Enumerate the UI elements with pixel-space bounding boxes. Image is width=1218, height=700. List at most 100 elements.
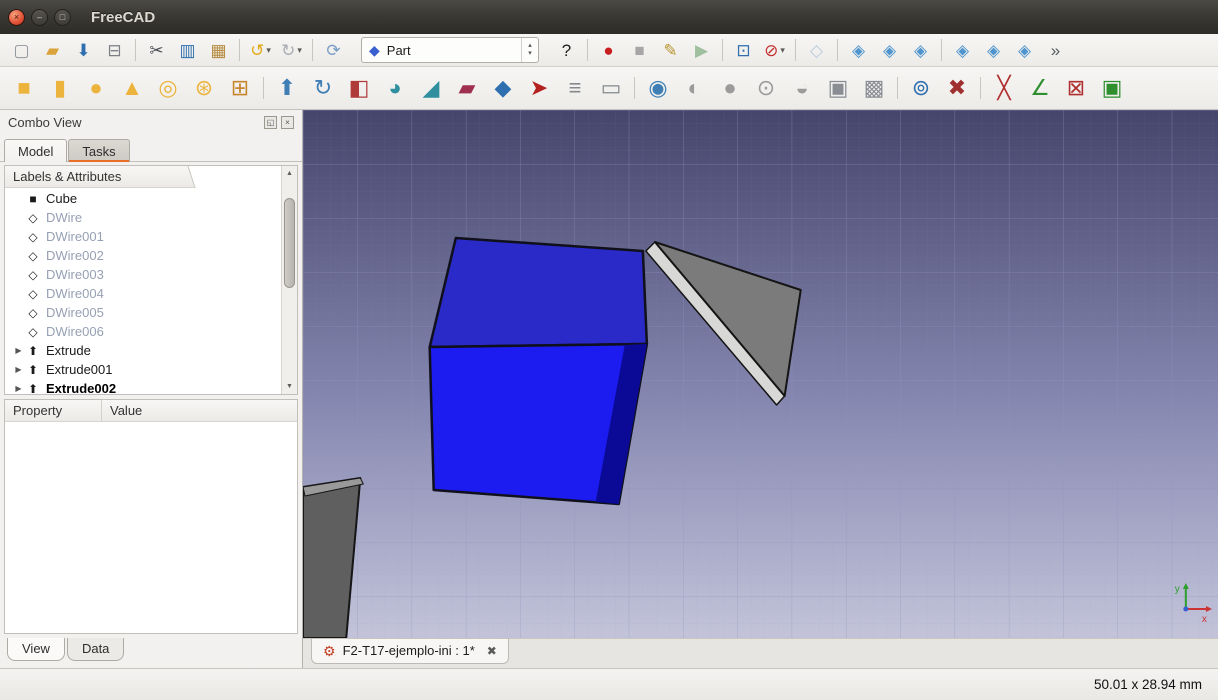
tree-scrollbar[interactable]: ▲ ▼ [281,166,297,394]
tree-item-extrude002[interactable]: ▶ ⬆ Extrude002 [5,379,297,395]
tree-item-extrude[interactable]: ▶ ⬆ Extrude [5,341,297,360]
macro-edit-button[interactable]: ✎ [656,37,685,64]
part-section-button[interactable]: ◒ [785,71,819,105]
expander-icon[interactable]: ▶ [12,384,25,393]
toolbar-separator [135,39,136,61]
toolbar-icon: ⊙ [757,77,775,99]
workbench-selector[interactable]: ◆ Part ▴ ▾ [361,37,539,63]
tab-view[interactable]: View [7,638,65,661]
tree-item-dwire[interactable]: ◇ DWire [5,208,297,227]
part-loft-button[interactable]: ◆ [486,71,520,105]
part-thickness-button[interactable]: ▭ [594,71,628,105]
view-isometric-button[interactable]: ◇ [802,37,831,64]
close-button[interactable]: × [8,9,25,26]
document-tab-bar: ⚙ F2-T17-ejemplo-ini : 1* ✖ [303,638,1218,668]
part-cone-button[interactable]: ▲ [115,71,149,105]
minimize-button[interactable]: – [31,9,48,26]
tree-item-icon: ■ [25,193,41,205]
part-sweep-button[interactable]: ➤ [522,71,556,105]
toolbar-overflow-button[interactable]: » [1041,37,1070,64]
part-torus-button[interactable]: ◎ [151,71,185,105]
measure-toggle-button[interactable]: ▣ [1095,71,1129,105]
macro-stop-button[interactable]: ■ [625,37,654,64]
float-panel-button[interactable]: ◱ [264,116,277,129]
part-primitives-button[interactable]: ⊛ [187,71,221,105]
expander-icon[interactable]: ▶ [12,346,25,355]
part-offset-button[interactable]: ≡ [558,71,592,105]
part-boolean-button[interactable]: ◉ [641,71,675,105]
scroll-up-icon[interactable]: ▲ [282,166,297,181]
cut-button[interactable]: ✂ [142,37,171,64]
close-document-icon[interactable]: ✖ [487,645,497,657]
macro-play-button[interactable]: ▶ [687,37,716,64]
document-tab[interactable]: ⚙ F2-T17-ejemplo-ini : 1* ✖ [311,639,509,664]
maximize-button[interactable]: □ [54,9,71,26]
copy-button[interactable]: ▥ [173,37,202,64]
part-cylinder-button[interactable]: ▮ [43,71,77,105]
view-top-button[interactable]: ◈ [875,37,904,64]
value-column-header[interactable]: Value [102,400,142,421]
toolbar-icon: ◈ [914,42,927,59]
paste-button[interactable]: ▦ [204,37,233,64]
print-button[interactable]: ⊟ [100,37,129,64]
expander-icon[interactable]: ▶ [12,365,25,374]
cube-object[interactable] [430,238,647,504]
measure-angular-button[interactable]: ∠ [1023,71,1057,105]
redo-button[interactable]: ↻ [277,37,306,64]
macro-record-button[interactable]: ● [594,37,623,64]
property-column-header[interactable]: Property [5,400,102,421]
3d-viewport[interactable]: x y [303,110,1218,638]
tab-tasks[interactable]: Tasks [68,139,129,162]
view-left-button[interactable]: ◈ [1010,37,1039,64]
refresh-button[interactable]: ⟳ [319,37,348,64]
part-ruled-surface-button[interactable]: ▰ [450,71,484,105]
part-shape-builder-button[interactable]: ⊞ [223,71,257,105]
close-panel-button[interactable]: × [281,116,294,129]
tree-column-header[interactable]: Labels & Attributes [5,166,185,188]
part-revolve-button[interactable]: ↻ [306,71,340,105]
tree-item-extrude001[interactable]: ▶ ⬆ Extrude001 [5,360,297,379]
tree-item-icon: ◇ [25,288,41,300]
part-union-button[interactable]: ● [713,71,747,105]
3d-scene[interactable]: x y [303,110,1218,638]
tab-model[interactable]: Model [4,139,67,162]
new-document-button[interactable]: ▢ [7,37,36,64]
part-extrude-button[interactable]: ⬆ [270,71,304,105]
part-sphere-button[interactable]: ● [79,71,113,105]
part-common-button[interactable]: ⊙ [749,71,783,105]
tree-item-dwire002[interactable]: ◇ DWire002 [5,246,297,265]
view-front-button[interactable]: ◈ [844,37,873,64]
part-box-button[interactable]: ■ [7,71,41,105]
tree-item-label: Extrude [46,343,91,358]
defeaturing-button[interactable]: ✖ [940,71,974,105]
part-mirror-button[interactable]: ◧ [342,71,376,105]
scroll-down-icon[interactable]: ▼ [282,379,297,394]
part-fillet-button[interactable]: ◕ [378,71,412,105]
tree-item-dwire003[interactable]: ◇ DWire003 [5,265,297,284]
tree-item-dwire004[interactable]: ◇ DWire004 [5,284,297,303]
check-geometry-button[interactable]: ⊚ [904,71,938,105]
box-zoom-button[interactable]: ⊡ [729,37,758,64]
tree-item-cube[interactable]: ■ Cube [5,189,297,208]
view-bottom-button[interactable]: ◈ [979,37,1008,64]
tree-item-dwire001[interactable]: ◇ DWire001 [5,227,297,246]
undo-button[interactable]: ↺ [246,37,275,64]
workbench-spinner[interactable]: ▴ ▾ [521,38,538,62]
open-document-button[interactable]: ▰ [38,37,67,64]
part-compound-filter-button[interactable]: ▩ [857,71,891,105]
view-right-button[interactable]: ◈ [906,37,935,64]
view-rear-button[interactable]: ◈ [948,37,977,64]
measure-linear-button[interactable]: ╳ [987,71,1021,105]
save-document-button[interactable]: ⬇ [69,37,98,64]
tab-data[interactable]: Data [67,638,124,661]
tree-item-dwire006[interactable]: ◇ DWire006 [5,322,297,341]
scroll-thumb[interactable] [284,198,295,288]
toolbar-icon: ⬆ [278,77,296,99]
draw-style-button[interactable]: ⊘ [760,37,789,64]
part-compound-button[interactable]: ▣ [821,71,855,105]
measure-clear-button[interactable]: ⊠ [1059,71,1093,105]
whats-this-button[interactable]: ? [552,37,581,64]
tree-item-dwire005[interactable]: ◇ DWire005 [5,303,297,322]
part-cut-button[interactable]: ◐ [677,71,711,105]
part-chamfer-button[interactable]: ◢ [414,71,448,105]
